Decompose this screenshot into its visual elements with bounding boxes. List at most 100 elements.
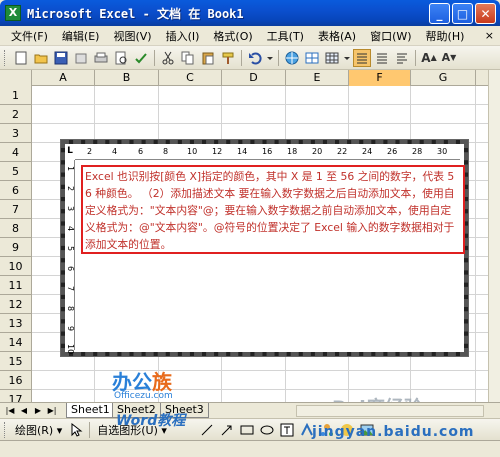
shrink-font-icon[interactable]: A ▼: [440, 49, 458, 67]
row-header[interactable]: 9: [0, 238, 32, 257]
paste-icon[interactable]: [199, 49, 217, 67]
justify-icon[interactable]: [393, 49, 411, 67]
ruler-mark: 9: [66, 326, 75, 332]
row-header[interactable]: 1: [0, 86, 32, 105]
ruler-mark: 3: [66, 206, 75, 212]
row-header[interactable]: 11: [0, 276, 32, 295]
prev-sheet-icon[interactable]: ◀: [18, 404, 30, 417]
ruler-mark: 4: [66, 226, 75, 232]
column-header-f[interactable]: F: [349, 70, 411, 86]
maximize-button[interactable]: □: [452, 3, 473, 24]
column-header-a[interactable]: A: [32, 70, 95, 86]
column-header-g[interactable]: G: [411, 70, 476, 86]
arrow-icon[interactable]: [218, 421, 236, 439]
row-header[interactable]: 6: [0, 181, 32, 200]
open-folder-icon[interactable]: [32, 49, 50, 67]
row-header[interactable]: 5: [0, 162, 32, 181]
row-header[interactable]: 12: [0, 295, 32, 314]
status-bar: [0, 440, 500, 457]
row-header[interactable]: 7: [0, 200, 32, 219]
row-header[interactable]: 3: [0, 124, 32, 143]
menu-format[interactable]: 格式(O): [206, 28, 259, 44]
menu-insert[interactable]: 插入(I): [159, 28, 207, 44]
column-header-c[interactable]: C: [159, 70, 222, 86]
undo-dropdown-icon[interactable]: [266, 49, 274, 67]
menu-edit[interactable]: 编辑(E): [55, 28, 107, 44]
last-sheet-icon[interactable]: ▶|: [46, 404, 58, 417]
permission-icon[interactable]: [72, 49, 90, 67]
ruler-mark: 24: [362, 147, 373, 156]
spelling-icon[interactable]: [132, 49, 150, 67]
document-text[interactable]: Excel 也识别按[颜色 X]指定的颜色，其中 X 是 1 至 56 之间的数…: [85, 168, 461, 253]
row-header[interactable]: 13: [0, 314, 32, 333]
column-header-b[interactable]: B: [95, 70, 159, 86]
ruler-mark: 8: [66, 306, 75, 312]
tables-borders-icon[interactable]: [303, 49, 321, 67]
print-preview-icon[interactable]: [112, 49, 130, 67]
new-document-icon[interactable]: [12, 49, 30, 67]
draw-menu-button[interactable]: 绘图(R) ▾: [12, 422, 65, 438]
sheet-tab-sheet1[interactable]: Sheet1: [66, 403, 115, 418]
watermark-bottom: jingyan.baidu.com: [312, 424, 475, 440]
ruler-mark: 18: [287, 147, 298, 156]
align-icon[interactable]: [373, 49, 391, 67]
row-header[interactable]: 14: [0, 333, 32, 352]
menu-window[interactable]: 窗口(W): [363, 28, 418, 44]
ruler-mark: 4: [112, 147, 118, 156]
tab-stop-marker[interactable]: L: [65, 146, 75, 158]
highlighted-text-frame[interactable]: Excel 也识别按[颜色 X]指定的颜色，其中 X 是 1 至 56 之间的数…: [81, 165, 465, 254]
save-icon[interactable]: [52, 49, 70, 67]
ruler-mark: 8: [163, 147, 169, 156]
line-icon[interactable]: [198, 421, 216, 439]
close-document-icon[interactable]: ×: [485, 29, 494, 42]
copy-icon[interactable]: [179, 49, 197, 67]
toolbar-dropdown-icon[interactable]: [343, 49, 351, 67]
horizontal-ruler[interactable]: 2 4 6 8 10 12 14 16 18 20 22 24 26 28 30: [75, 146, 460, 160]
row-header[interactable]: 2: [0, 105, 32, 124]
row-header[interactable]: 4: [0, 143, 32, 162]
window-controls: _ □ ✕: [429, 3, 496, 24]
ruler-mark: 20: [312, 147, 323, 156]
grid-line: [32, 123, 488, 124]
next-sheet-icon[interactable]: ▶: [32, 404, 44, 417]
row-header[interactable]: 10: [0, 257, 32, 276]
menu-help[interactable]: 帮助(H): [419, 28, 472, 44]
format-painter-icon[interactable]: [219, 49, 237, 67]
menu-file[interactable]: 文件(F): [4, 28, 55, 44]
row-header[interactable]: 17: [0, 390, 32, 402]
row-header[interactable]: 16: [0, 371, 32, 390]
select-all-corner[interactable]: [0, 70, 32, 86]
undo-icon[interactable]: [246, 49, 264, 67]
vertical-scrollbar[interactable]: [488, 70, 500, 402]
hyperlink-icon[interactable]: [283, 49, 301, 67]
embedded-word-object[interactable]: L 2 4 6 8 10 12 14 16 18 20 22 24 26 28 …: [61, 140, 468, 356]
toolbar-grip[interactable]: [4, 49, 7, 66]
cut-icon[interactable]: [159, 49, 177, 67]
oval-icon[interactable]: [258, 421, 276, 439]
select-objects-icon[interactable]: [67, 421, 85, 439]
rectangle-icon[interactable]: [238, 421, 256, 439]
column-header-e[interactable]: E: [286, 70, 349, 86]
row-header[interactable]: 8: [0, 219, 32, 238]
minimize-button[interactable]: _: [429, 3, 450, 24]
textbox-icon[interactable]: [278, 421, 296, 439]
insert-table-icon[interactable]: [323, 49, 341, 67]
grow-font-label: A: [421, 50, 431, 65]
grow-font-icon[interactable]: A ▲: [420, 49, 438, 67]
horizontal-scrollbar[interactable]: [296, 405, 484, 417]
menu-view[interactable]: 视图(V): [106, 28, 158, 44]
column-header-bar: A B C D E F G: [0, 70, 500, 86]
vertical-ruler[interactable]: 1 2 3 4 5 6 7 8 9 10: [65, 160, 75, 354]
sheet-tab-bar: |◀ ◀ ▶ ▶| Sheet1 Sheet2 Sheet3: [0, 402, 500, 418]
first-sheet-icon[interactable]: |◀: [4, 404, 16, 417]
menu-tools[interactable]: 工具(T): [260, 28, 311, 44]
ruler-mark: 6: [66, 266, 75, 272]
close-button[interactable]: ✕: [475, 3, 496, 24]
toolbar-grip[interactable]: [4, 421, 7, 438]
column-header-d[interactable]: D: [222, 70, 286, 86]
shrink-font-label: A: [441, 51, 451, 64]
print-icon[interactable]: [92, 49, 110, 67]
row-header[interactable]: 15: [0, 352, 32, 371]
selected-format-icon[interactable]: [353, 48, 371, 67]
menu-table[interactable]: 表格(A): [311, 28, 363, 44]
